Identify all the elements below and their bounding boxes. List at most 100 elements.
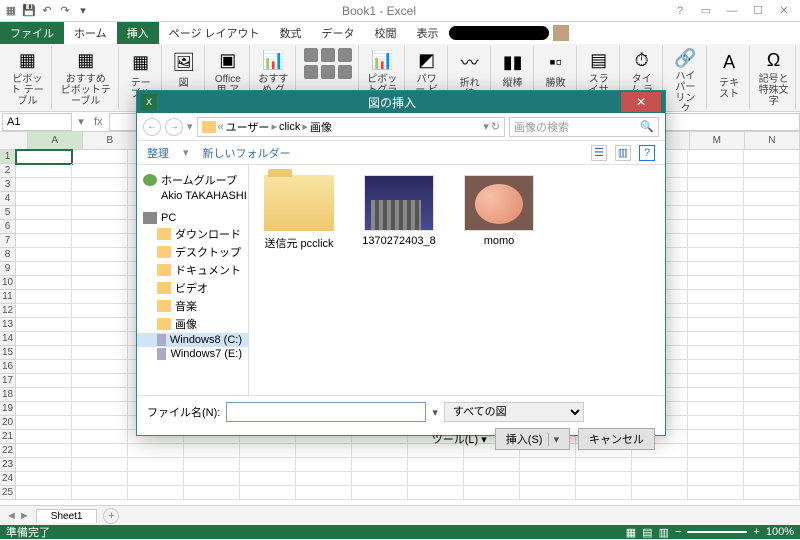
- cell[interactable]: [72, 486, 128, 500]
- namebox-dropdown-icon[interactable]: ▾: [74, 115, 88, 128]
- save-icon[interactable]: 💾: [22, 4, 36, 18]
- cell[interactable]: [16, 374, 72, 388]
- cell[interactable]: [632, 458, 688, 472]
- filename-input[interactable]: [226, 402, 426, 422]
- cell[interactable]: [72, 458, 128, 472]
- cell[interactable]: [72, 360, 128, 374]
- file-item-folder[interactable]: 送信元 pcclick: [259, 175, 339, 251]
- cell[interactable]: [72, 304, 128, 318]
- cell[interactable]: [688, 430, 744, 444]
- cell[interactable]: [16, 234, 72, 248]
- cell[interactable]: [72, 150, 128, 164]
- sheet-prev-icon[interactable]: ◄: [6, 510, 17, 522]
- col-header[interactable]: B: [83, 132, 138, 149]
- cell[interactable]: [72, 444, 128, 458]
- cell[interactable]: [16, 346, 72, 360]
- side-music[interactable]: 音楽: [137, 297, 248, 315]
- cell[interactable]: [72, 374, 128, 388]
- cell[interactable]: [688, 346, 744, 360]
- cell[interactable]: [128, 458, 184, 472]
- tab-pagelayout[interactable]: ページ レイアウト: [159, 22, 270, 44]
- cell[interactable]: [744, 304, 800, 318]
- cell[interactable]: [240, 458, 296, 472]
- cell[interactable]: [688, 444, 744, 458]
- cell[interactable]: [744, 262, 800, 276]
- cell[interactable]: [72, 290, 128, 304]
- cell[interactable]: [744, 360, 800, 374]
- cell[interactable]: [352, 472, 408, 486]
- cell[interactable]: [632, 472, 688, 486]
- path-seg-1[interactable]: ユーザー: [226, 119, 270, 135]
- cell[interactable]: [16, 304, 72, 318]
- cancel-button[interactable]: キャンセル: [578, 428, 655, 450]
- cell[interactable]: [744, 276, 800, 290]
- cell[interactable]: [744, 388, 800, 402]
- row-header[interactable]: 16: [0, 360, 15, 374]
- cell[interactable]: [688, 304, 744, 318]
- cell[interactable]: [744, 374, 800, 388]
- organize-button[interactable]: 整理: [147, 145, 169, 161]
- cell[interactable]: [16, 360, 72, 374]
- cell[interactable]: [688, 206, 744, 220]
- qa-dropdown-icon[interactable]: ▾: [76, 4, 90, 18]
- cell[interactable]: [296, 472, 352, 486]
- minimize-icon[interactable]: —: [720, 3, 744, 19]
- insert-button[interactable]: 挿入(S)▾: [495, 428, 570, 450]
- row-header[interactable]: 6: [0, 220, 15, 234]
- cell[interactable]: [688, 150, 744, 164]
- cell[interactable]: [688, 388, 744, 402]
- row-header[interactable]: 14: [0, 332, 15, 346]
- nav-forward-button[interactable]: →: [165, 118, 183, 136]
- side-user[interactable]: Akio TAKAHASHI: [137, 189, 248, 203]
- cell[interactable]: [688, 178, 744, 192]
- cell[interactable]: [688, 192, 744, 206]
- cell[interactable]: [72, 388, 128, 402]
- cell[interactable]: [744, 318, 800, 332]
- help-button[interactable]: ?: [639, 145, 655, 161]
- cell[interactable]: [72, 402, 128, 416]
- filetype-select[interactable]: すべての図: [444, 402, 584, 422]
- cell[interactable]: [688, 360, 744, 374]
- tab-home[interactable]: ホーム: [64, 22, 117, 44]
- view-normal-icon[interactable]: ▦: [626, 526, 636, 539]
- cell[interactable]: [520, 472, 576, 486]
- row-header[interactable]: 23: [0, 458, 15, 472]
- col-header[interactable]: M: [690, 132, 745, 149]
- cell[interactable]: [464, 486, 520, 500]
- redo-icon[interactable]: ↷: [58, 4, 72, 18]
- cell[interactable]: [72, 416, 128, 430]
- cell[interactable]: [688, 220, 744, 234]
- cell[interactable]: [72, 472, 128, 486]
- cell[interactable]: [744, 430, 800, 444]
- cell[interactable]: [688, 486, 744, 500]
- zoom-in-icon[interactable]: +: [753, 526, 759, 538]
- cell[interactable]: [184, 458, 240, 472]
- cell[interactable]: [688, 416, 744, 430]
- row-header[interactable]: 25: [0, 486, 15, 500]
- nav-back-button[interactable]: ←: [143, 118, 161, 136]
- cell[interactable]: [240, 472, 296, 486]
- row-header[interactable]: 15: [0, 346, 15, 360]
- cell[interactable]: [744, 164, 800, 178]
- row-header[interactable]: 20: [0, 416, 15, 430]
- select-all-corner[interactable]: [0, 132, 28, 149]
- fx-icon[interactable]: fx: [88, 116, 109, 128]
- cell[interactable]: [744, 178, 800, 192]
- file-item-image-1[interactable]: 1370272403_8: [359, 175, 439, 247]
- cell[interactable]: [744, 486, 800, 500]
- cell[interactable]: [744, 416, 800, 430]
- cell[interactable]: [688, 472, 744, 486]
- cell[interactable]: [744, 290, 800, 304]
- cell[interactable]: [16, 276, 72, 290]
- row-header[interactable]: 9: [0, 262, 15, 276]
- view-pagebreak-icon[interactable]: ▥: [659, 526, 669, 539]
- tab-formulas[interactable]: 数式: [270, 22, 312, 44]
- cell[interactable]: [72, 206, 128, 220]
- cell[interactable]: [688, 332, 744, 346]
- row-header[interactable]: 10: [0, 276, 15, 290]
- cell[interactable]: [16, 472, 72, 486]
- cell[interactable]: [16, 248, 72, 262]
- cell[interactable]: [72, 178, 128, 192]
- cell[interactable]: [688, 262, 744, 276]
- row-header[interactable]: 18: [0, 388, 15, 402]
